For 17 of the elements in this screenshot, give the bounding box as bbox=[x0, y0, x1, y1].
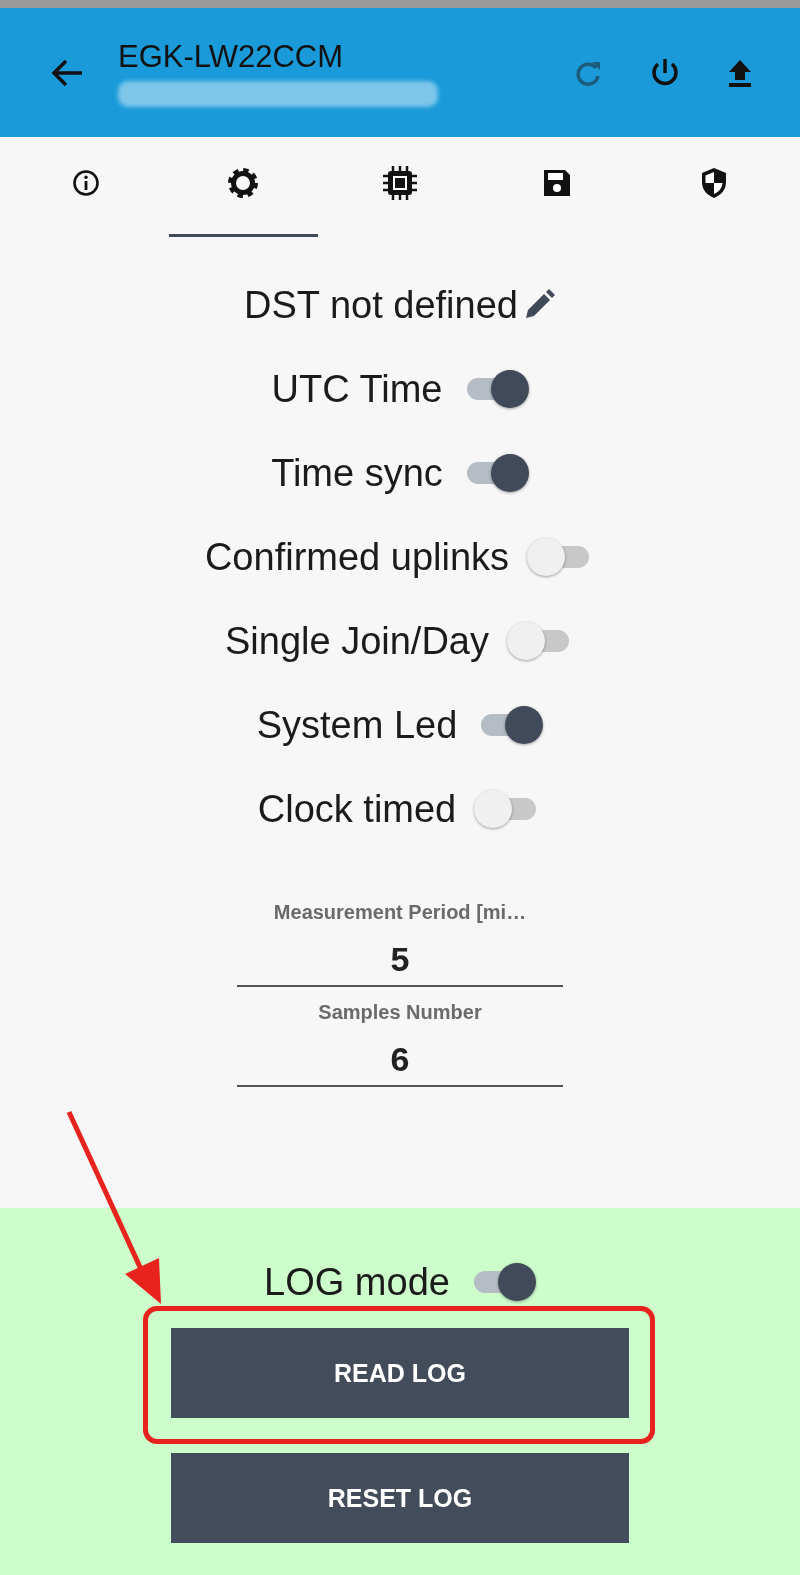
setting-label: System Led bbox=[256, 703, 458, 747]
settings-icon bbox=[226, 165, 261, 200]
number-field[interactable]: Measurement Period [mi… 5 bbox=[237, 901, 563, 987]
back-arrow-icon[interactable] bbox=[50, 57, 84, 88]
setting-label: Confirmed uplinks bbox=[204, 535, 510, 579]
setting-label: LOG mode bbox=[264, 1260, 450, 1304]
info-icon bbox=[72, 168, 101, 197]
log-button[interactable]: RESET LOG bbox=[171, 1453, 629, 1543]
setting-label: UTC Time bbox=[271, 367, 443, 411]
setting-label: Single Join/Day bbox=[224, 619, 489, 663]
setting-label: DST not defined bbox=[244, 283, 518, 327]
setting-label: Time sync bbox=[271, 451, 443, 495]
number-field[interactable]: Samples Number 6 bbox=[237, 1001, 563, 1087]
chip-icon bbox=[381, 163, 419, 202]
setting-label: Clock timed bbox=[257, 787, 457, 831]
log-button[interactable]: READ LOG bbox=[171, 1328, 629, 1418]
device-title: EGK-LW22CCM bbox=[118, 38, 345, 75]
